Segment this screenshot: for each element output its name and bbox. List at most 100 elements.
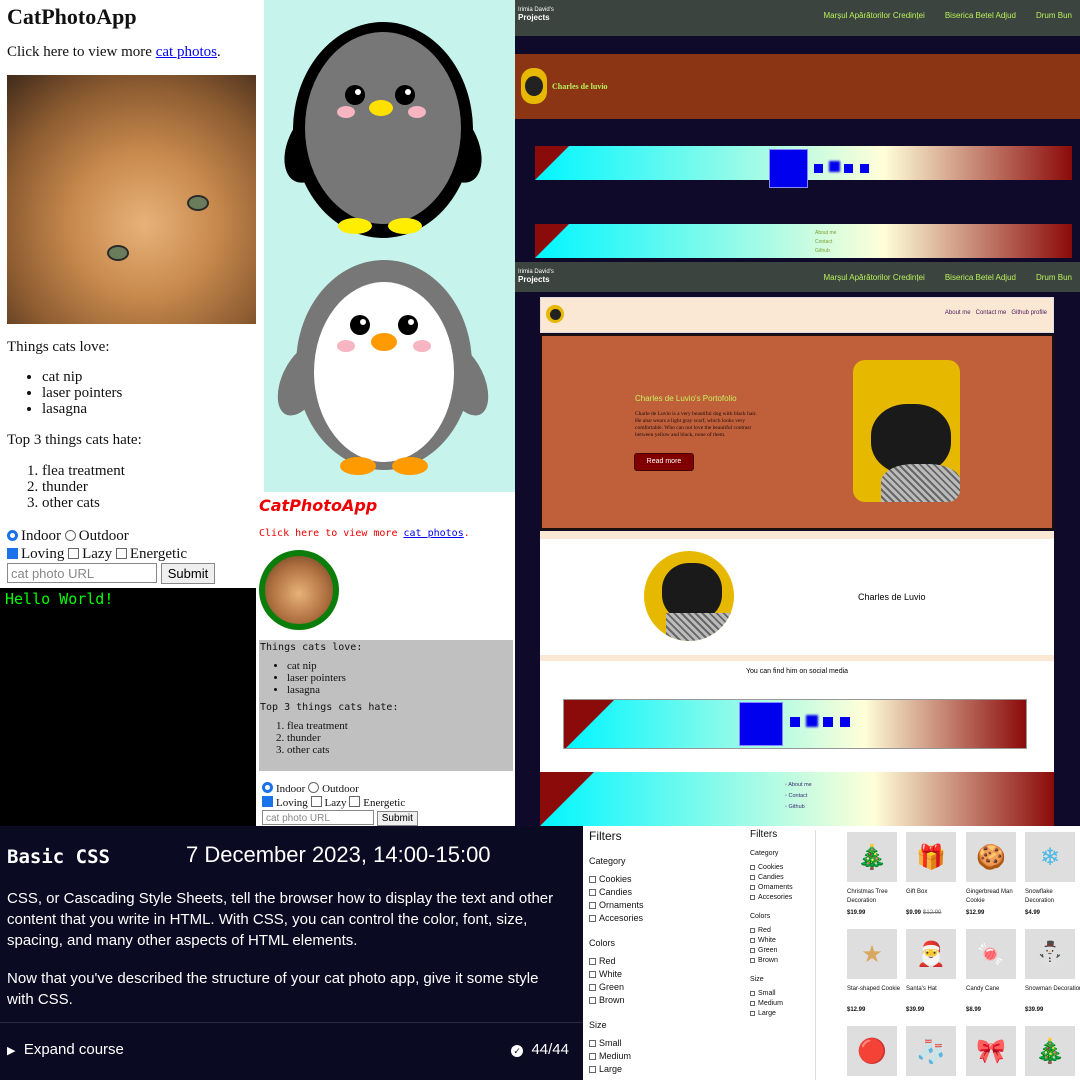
snowman-icon: ⛄: [1025, 929, 1075, 979]
course-card: Basic CSS 7 December 2023, 14:00-15:00 C…: [0, 826, 583, 1080]
filter-option[interactable]: White: [750, 936, 793, 946]
filter-option[interactable]: Medium: [589, 1050, 644, 1063]
profile-name: Charles de luvio: [552, 82, 608, 91]
nav-link-about[interactable]: About me: [945, 310, 971, 316]
check-circle-icon: ✓: [511, 1045, 524, 1057]
filter-option[interactable]: Green: [750, 946, 793, 956]
filter-option[interactable]: Candies: [750, 873, 793, 883]
filter-option[interactable]: Small: [589, 1037, 644, 1050]
product-card[interactable]: 🧦: [906, 1026, 964, 1076]
avatar: [521, 68, 547, 104]
product-card[interactable]: 🍬 Candy Cane $8.99: [966, 929, 1024, 1013]
cat-photos-link[interactable]: cat photos: [404, 528, 464, 539]
product-card[interactable]: 🔴: [847, 1026, 905, 1076]
checkbox-loving[interactable]: [262, 796, 273, 807]
photo-url-input[interactable]: cat photo URL: [262, 810, 374, 825]
filter-option[interactable]: Cookies: [750, 863, 793, 873]
filter-option[interactable]: Accesories: [589, 912, 644, 925]
submit-button[interactable]: Submit: [376, 811, 418, 826]
product-card[interactable]: 🎅 Santa's Hat $39.99: [906, 929, 964, 1013]
submit-button[interactable]: Submit: [160, 563, 216, 584]
nav-link-github[interactable]: Github profile: [1011, 310, 1047, 316]
cat-photos-link[interactable]: cat photos: [156, 44, 217, 60]
filter-option[interactable]: Red: [589, 955, 644, 968]
checkbox-loving[interactable]: [7, 548, 18, 559]
radio-indoor[interactable]: [262, 782, 273, 793]
colors-title: Colors: [589, 938, 616, 948]
product-card[interactable]: 🎁 Gift Box $9.99 $12.99: [906, 832, 964, 916]
checkbox-lazy[interactable]: [310, 796, 322, 807]
footer-links: About me Contact Github: [815, 230, 837, 254]
profile-section: Charles de Luvio: [540, 539, 1054, 655]
nav-link-contact[interactable]: Contact me: [976, 310, 1007, 316]
inner-nav: About me Contact me Github profile: [945, 310, 1047, 316]
filter-option[interactable]: Ornaments: [589, 899, 644, 912]
expand-course-button[interactable]: ▶ Expand course: [7, 1041, 124, 1058]
product-card[interactable]: 🍪 Gingerbread Man Cookie $12.99: [966, 832, 1024, 916]
course-title: Basic CSS: [7, 846, 110, 868]
nav-link[interactable]: Biserica Betel Adjud: [945, 11, 1016, 20]
divider: [0, 1022, 583, 1023]
filter-option[interactable]: Cookies: [589, 873, 644, 886]
filter-option[interactable]: Green: [589, 981, 644, 994]
checkbox-energetic[interactable]: [349, 796, 361, 807]
page-title: CatPhotoApp: [7, 4, 137, 29]
filter-option[interactable]: Brown: [589, 994, 644, 1007]
filter-option[interactable]: Red: [750, 926, 793, 936]
gingerbread-icon: 🍪: [966, 832, 1016, 882]
output-text: Hello World!: [5, 590, 114, 608]
size-title: Size: [589, 1020, 607, 1030]
colors-list: Red White Green Brown: [750, 926, 793, 966]
checkbox-lazy[interactable]: [68, 548, 80, 559]
blue-square: [769, 149, 808, 188]
radio-outdoor[interactable]: [308, 782, 320, 793]
filter-option[interactable]: Medium: [750, 999, 793, 1009]
nav-link[interactable]: Drum Bun: [1036, 273, 1072, 282]
footer-links: ◦ About me ◦ Contact ◦ Github: [785, 782, 812, 810]
blue-square-small: [829, 161, 840, 172]
checkbox-energetic[interactable]: [115, 548, 127, 559]
hates-list: flea treatment thunder other cats: [7, 463, 125, 511]
ornament-ball-icon: 🔴: [847, 1026, 897, 1076]
penguin-illustrations: [277, 22, 489, 475]
product-card[interactable]: ❄ Snowflake Decoration $4.99: [1025, 832, 1080, 916]
radio-indoor[interactable]: [7, 530, 18, 541]
size-title: Size: [750, 976, 764, 983]
list-item: thunder: [42, 479, 125, 495]
profile-banner: Charles de luvio: [515, 54, 1080, 119]
product-card[interactable]: ★ Star-shaped Cookie $12.99: [847, 929, 905, 1013]
brand[interactable]: Irimia David's Projects: [518, 268, 554, 284]
category-list: Cookies Candies Ornaments Accesories: [750, 863, 793, 903]
product-card[interactable]: 🎄 Christmas Tree Decoration $19.99: [847, 832, 905, 916]
product-card[interactable]: ⛄ Snowman Decoration $39.99: [1025, 929, 1080, 1013]
hero-title: Charles de Luvio's Portofolio: [635, 394, 737, 403]
nav-link[interactable]: Biserica Betel Adjud: [945, 273, 1016, 282]
inner-header: About me Contact me Github profile: [540, 297, 1054, 333]
nav-link[interactable]: Marșul Apărătorilor Credinței: [823, 273, 924, 282]
product-card[interactable]: 🎄: [1025, 1026, 1080, 1076]
read-more-button[interactable]: Read more: [634, 453, 694, 471]
hero-dog-card: [853, 360, 960, 502]
filter-option[interactable]: Brown: [750, 956, 793, 966]
page-title: CatPhotoApp: [259, 496, 378, 515]
nav-link[interactable]: Marșul Apărătorilor Credinței: [823, 11, 924, 20]
profile-photo: [644, 551, 734, 641]
cat-photo-round: [259, 550, 339, 630]
list-item: cat nip: [42, 369, 122, 385]
photo-url-input[interactable]: cat photo URL: [7, 563, 157, 583]
radio-outdoor[interactable]: [64, 530, 76, 541]
filter-option[interactable]: Ornaments: [750, 883, 793, 893]
filter-option[interactable]: Large: [750, 1009, 793, 1019]
candy-cane-icon: 🍬: [966, 929, 1016, 979]
brand[interactable]: Irimia David's Projects: [518, 6, 554, 22]
product-card[interactable]: 🎀: [966, 1026, 1024, 1076]
filter-option[interactable]: White: [589, 968, 644, 981]
divider: [540, 531, 1054, 539]
filter-option[interactable]: Large: [589, 1063, 644, 1076]
filter-option[interactable]: Small: [750, 989, 793, 999]
filter-option[interactable]: Accesories: [750, 893, 793, 903]
filter-option[interactable]: Candies: [589, 886, 644, 899]
category-list: Cookies Candies Ornaments Accesories: [589, 873, 644, 925]
nav-link[interactable]: Drum Bun: [1036, 11, 1072, 20]
hates-title: Top 3 things cats hate:: [7, 432, 142, 448]
